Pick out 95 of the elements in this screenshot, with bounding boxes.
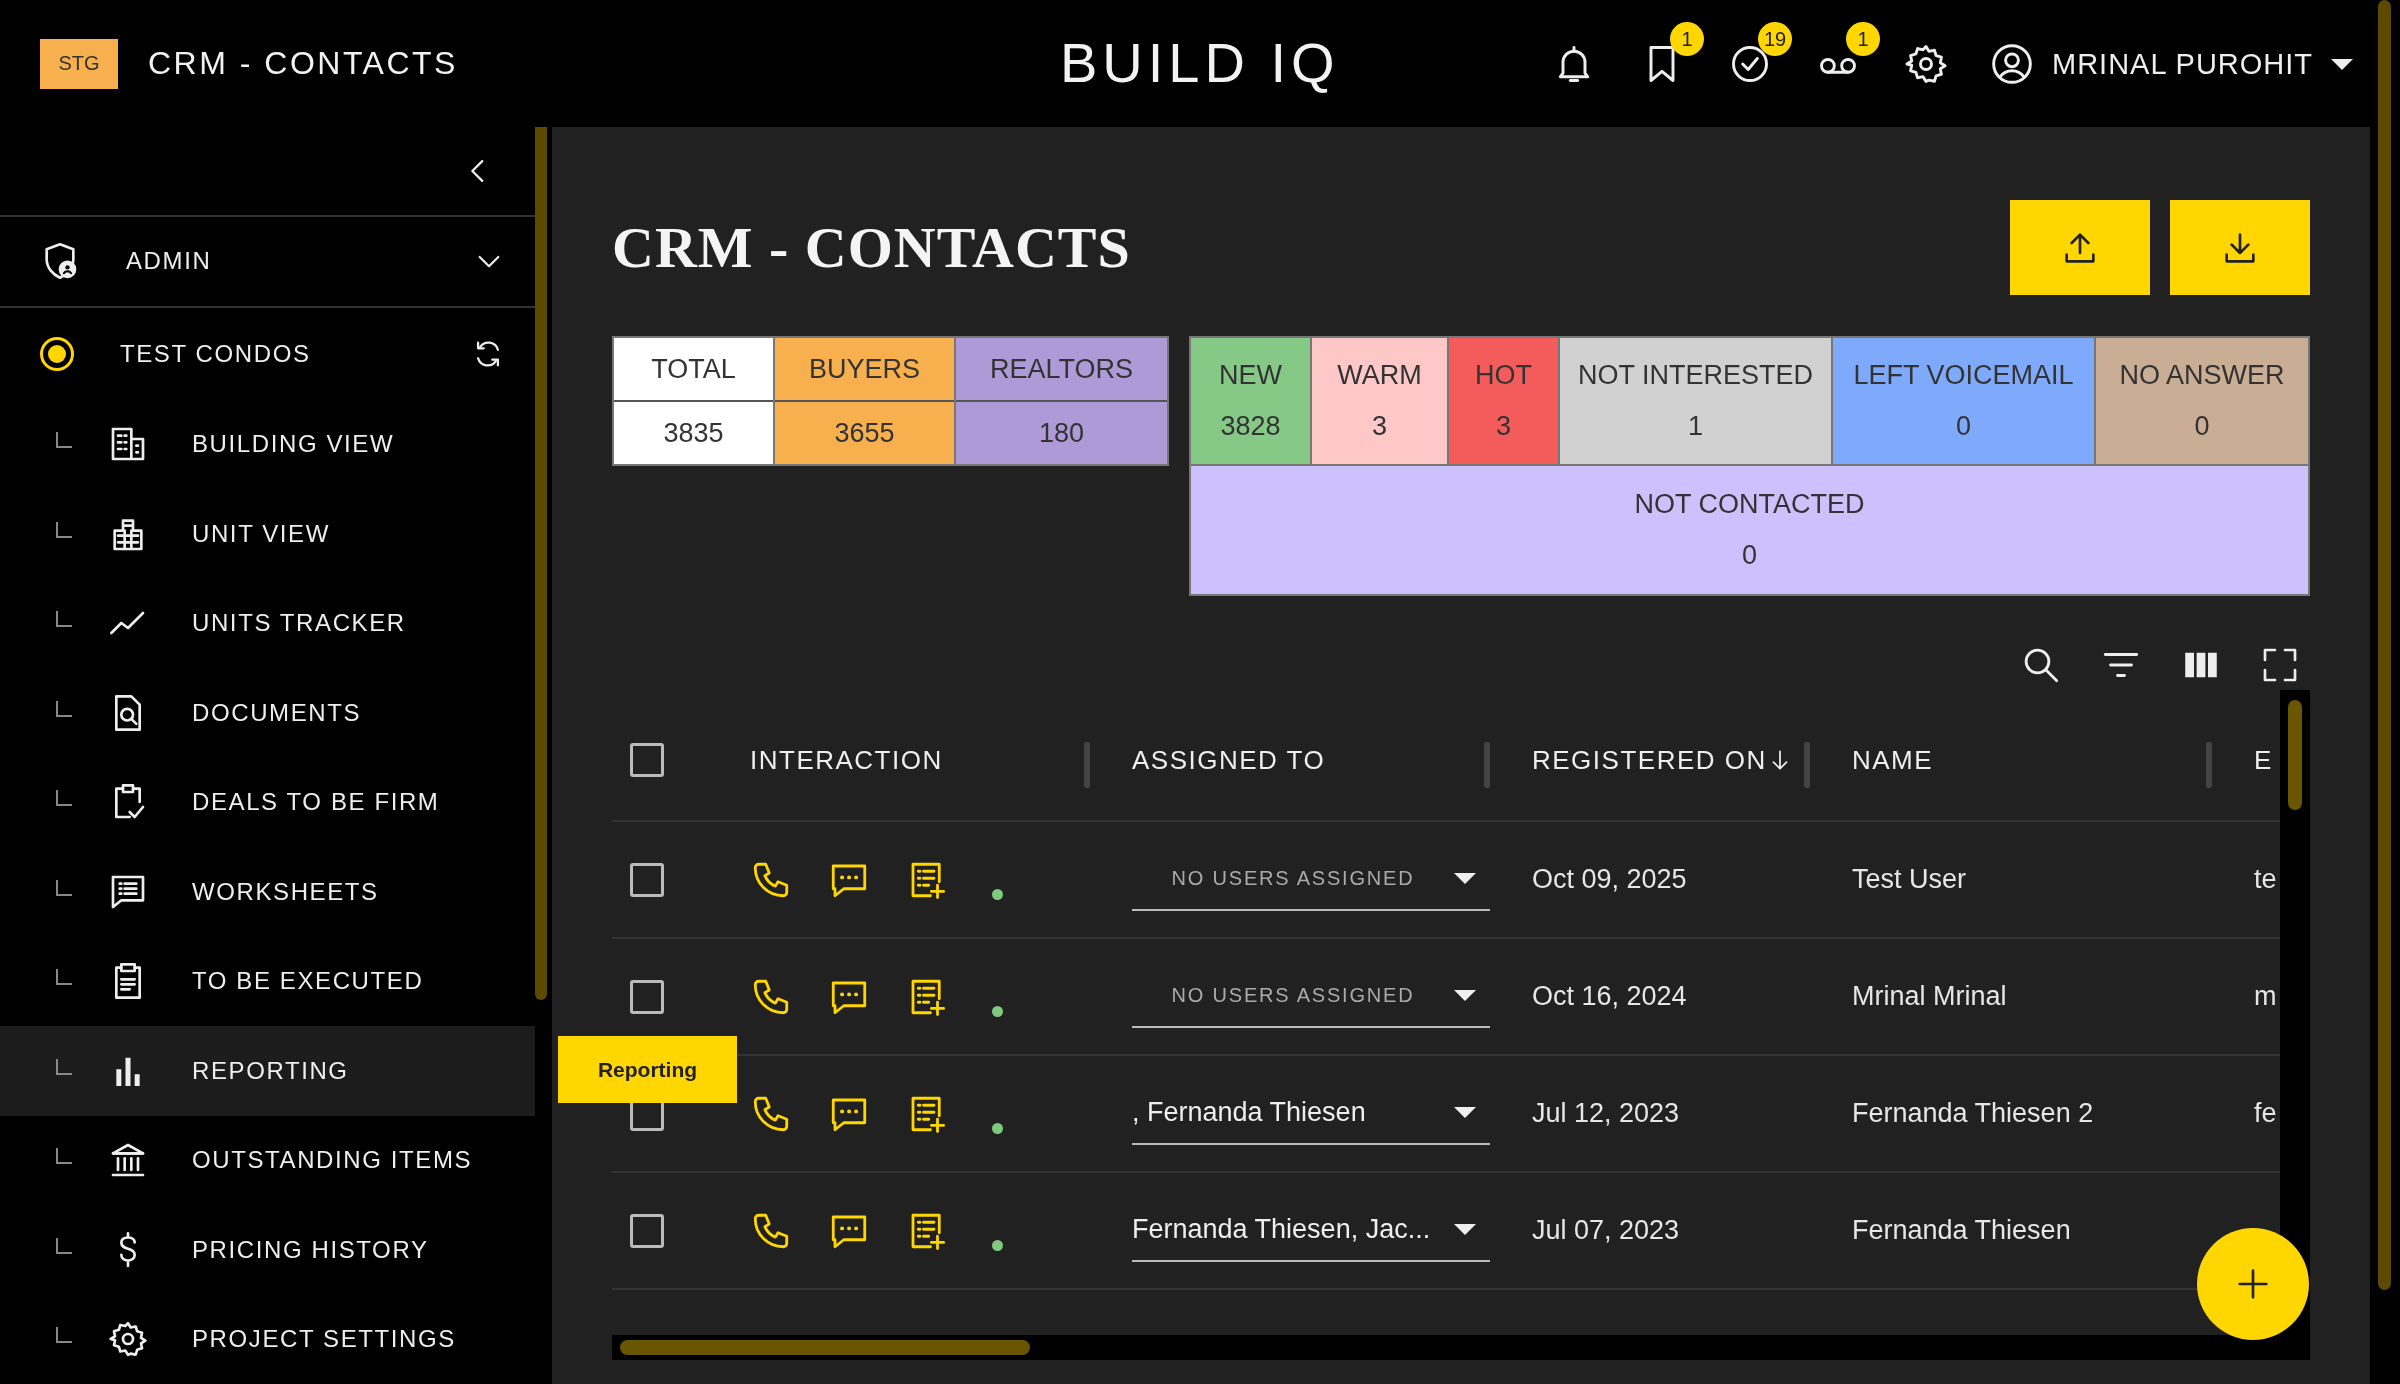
name-cell: Test User xyxy=(1852,864,1967,894)
status-count: 3828 xyxy=(1220,411,1281,442)
checkbox[interactable] xyxy=(630,862,664,897)
column-header[interactable]: ASSIGNED TO xyxy=(1132,744,1326,776)
user-name[interactable]: MRINAL PUROHIT xyxy=(2052,47,2314,81)
caret-icon xyxy=(1454,1224,1476,1235)
status-cell[interactable]: NEW 3828 xyxy=(1191,338,1312,466)
nav-item[interactable]: DOCUMENTS xyxy=(0,668,535,758)
summary-count: 3835 xyxy=(662,416,725,450)
status-count: 0 xyxy=(2194,411,2210,442)
status-cell[interactable]: NOT INTERESTED 1 xyxy=(1560,338,1833,466)
checkbox[interactable] xyxy=(630,743,664,777)
date-cell: Oct 16, 2024 xyxy=(1532,981,1687,1011)
status-label: WARM xyxy=(1337,360,1422,391)
summary-label: TOTAL xyxy=(614,338,773,402)
status-label: NEW xyxy=(1219,360,1282,391)
name-cell: Fernanda Thiesen xyxy=(1852,1215,2071,1245)
status-count: 3 xyxy=(1372,411,1387,442)
scrollbar-thumb[interactable] xyxy=(2378,0,2391,1290)
email-cell: te xyxy=(2254,864,2277,894)
date-cell: Jul 12, 2023 xyxy=(1532,1098,1680,1128)
assignee-dropdown[interactable]: , Fernanda Thiesen xyxy=(1132,1082,1490,1145)
tree-connector xyxy=(56,521,72,538)
summary-count: 3655 xyxy=(833,416,896,450)
nav-item[interactable]: PROJECT SETTINGS xyxy=(0,1294,535,1384)
status-count: 3 xyxy=(1496,411,1511,442)
name-cell: Mrinal Mrinal xyxy=(1852,981,2007,1011)
count-badge: 1 xyxy=(1846,22,1880,56)
nav-item[interactable]: WORKSHEETS xyxy=(0,847,535,937)
status-label: NOT CONTACTED xyxy=(1634,489,1865,520)
summary-label: REALTORS xyxy=(956,338,1167,402)
email-cell: m xyxy=(2254,981,2277,1011)
user-avatar-icon[interactable] xyxy=(1990,42,2034,86)
caret-icon xyxy=(1454,1107,1476,1118)
status-cell[interactable]: NOT CONTACTED 0 xyxy=(1191,466,2308,594)
column-header[interactable]: REGISTERED ON xyxy=(1532,744,1793,776)
tree-connector xyxy=(56,1327,72,1344)
tree-connector xyxy=(56,1237,72,1254)
count-badge: 19 xyxy=(1758,22,1792,56)
nav-item[interactable]: PRICING HISTORY xyxy=(0,1205,535,1295)
scrollbar-thumb[interactable] xyxy=(535,127,547,1000)
tree-connector xyxy=(56,611,72,628)
nav-item[interactable]: DEALS TO BE FIRM xyxy=(0,757,535,848)
project-radio[interactable] xyxy=(40,336,74,371)
scrollbar-thumb[interactable] xyxy=(2288,700,2302,810)
assignee-dropdown[interactable]: Fernanda Thiesen, Jac... xyxy=(1132,1199,1490,1262)
date-cell: Jul 07, 2023 xyxy=(1532,1215,1680,1245)
checkbox[interactable] xyxy=(630,1213,664,1248)
date-cell: Oct 09, 2025 xyxy=(1532,864,1687,894)
tree-connector xyxy=(56,879,72,896)
nav-item[interactable]: OUTSTANDING ITEMS xyxy=(0,1115,535,1206)
caret-icon[interactable] xyxy=(2331,58,2354,70)
summary-label: BUYERS xyxy=(775,338,954,402)
tree-connector xyxy=(56,790,72,807)
status-count: 0 xyxy=(1956,411,1971,442)
status-cell[interactable]: LEFT VOICEMAIL 0 xyxy=(1833,338,2096,466)
status-label: NOT INTERESTED xyxy=(1578,360,1813,391)
status-label: HOT xyxy=(1475,360,1532,391)
status-cell[interactable]: WARM 3 xyxy=(1312,338,1449,466)
tree-connector xyxy=(56,700,72,717)
tree-connector xyxy=(56,432,72,449)
nav-item[interactable]: BUILDING VIEW xyxy=(0,399,535,490)
page-heading: CRM - CONTACTS xyxy=(612,214,1132,281)
project-name: TEST CONDOS xyxy=(120,339,312,368)
nav-item[interactable]: REPORTING xyxy=(0,1026,535,1116)
assignee-dropdown[interactable]: NO USERS ASSIGNED xyxy=(1132,965,1490,1028)
settings-icon[interactable] xyxy=(1904,42,1948,86)
nav-item[interactable]: TO BE EXECUTED xyxy=(0,936,535,1027)
email-cell: fe xyxy=(2254,1098,2277,1128)
caret-icon xyxy=(1454,990,1476,1001)
caret-icon xyxy=(1454,873,1476,884)
status-label: LEFT VOICEMAIL xyxy=(1853,360,2074,391)
status-count: 0 xyxy=(1742,540,1757,571)
nav-item[interactable]: UNIT VIEW xyxy=(0,489,535,579)
scrollbar-thumb[interactable] xyxy=(620,1340,1030,1355)
status-cell[interactable]: HOT 3 xyxy=(1449,338,1560,466)
name-cell: Fernanda Thiesen 2 xyxy=(1852,1098,2094,1128)
tree-connector xyxy=(56,1058,72,1075)
summary-count: 180 xyxy=(1037,416,1086,450)
checkbox[interactable] xyxy=(630,979,664,1014)
tree-connector xyxy=(56,1148,72,1165)
assignee-dropdown[interactable]: NO USERS ASSIGNED xyxy=(1132,848,1490,911)
environment-badge: STG xyxy=(40,38,118,89)
status-cell[interactable]: NO ANSWER 0 xyxy=(2096,338,2308,466)
column-header[interactable]: INTERACTION xyxy=(750,744,943,776)
nav-item[interactable]: UNITS TRACKER xyxy=(0,578,535,669)
status-label: NO ANSWER xyxy=(2119,360,2285,391)
page-title: CRM - CONTACTS xyxy=(148,45,458,82)
brand-logo: BUILD IQ xyxy=(1060,30,1340,95)
column-header[interactable]: NAME xyxy=(1852,744,1934,776)
count-badge: 1 xyxy=(1670,22,1704,56)
tree-connector xyxy=(56,969,72,986)
status-count: 1 xyxy=(1688,411,1703,442)
column-header[interactable]: E xyxy=(2254,744,2273,776)
tooltip: Reporting xyxy=(558,1036,737,1103)
